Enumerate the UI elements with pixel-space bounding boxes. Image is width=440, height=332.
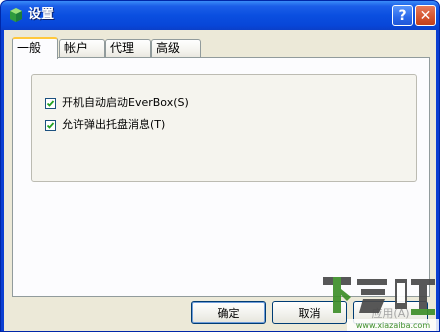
option-autostart[interactable]: 开机自动启动EverBox(S) — [45, 96, 189, 110]
tab-general[interactable]: 一般 — [12, 37, 58, 59]
app-logo-icon — [8, 7, 24, 23]
tab-label: 高级 — [156, 41, 181, 55]
checkmark-icon — [46, 121, 55, 129]
cancel-button-label: 取消 — [298, 306, 321, 320]
checkmark-icon — [46, 99, 55, 107]
tab-advanced[interactable]: 高级 — [151, 39, 201, 58]
autostart-checkbox[interactable] — [45, 97, 56, 109]
option-tray-messages[interactable]: 允许弹出托盘消息(T) — [45, 118, 165, 132]
apply-button[interactable]: 应用(A) — [353, 301, 428, 324]
tab-proxy[interactable]: 代理 — [105, 39, 151, 58]
help-button[interactable]: ? — [392, 5, 413, 26]
tab-label: 一般 — [17, 41, 42, 55]
cancel-button[interactable]: 取消 — [272, 301, 347, 324]
tab-account[interactable]: 帐户 — [59, 39, 105, 58]
tray-messages-checkbox[interactable] — [45, 119, 56, 131]
ok-button[interactable]: 确定 — [191, 301, 266, 324]
tab-page-general: 开机自动启动EverBox(S) 允许弹出托盘消息(T) — [12, 57, 430, 297]
apply-button-label: 应用(A) — [371, 306, 410, 320]
tray-messages-label: 允许弹出托盘消息(T) — [62, 118, 166, 131]
dialog-body: 一般 帐户 代理 高级 开机自动启动EverBox(S) 允许弹出托盘消息(T)… — [4, 30, 436, 331]
window-title: 设置 — [28, 7, 55, 22]
tab-label: 代理 — [110, 41, 135, 55]
options-group: 开机自动启动EverBox(S) 允许弹出托盘消息(T) — [31, 74, 417, 182]
close-icon: ✕ — [419, 7, 432, 24]
ok-button-label: 确定 — [217, 306, 240, 320]
button-bar: 确定 取消 应用(A) — [4, 295, 436, 331]
settings-window: 设置 ? ✕ 一般 帐户 代理 高级 开机自动启动EverBox(S) 允许弹出… — [0, 0, 440, 332]
close-button[interactable]: ✕ — [415, 5, 436, 26]
tab-label: 帐户 — [64, 41, 89, 55]
autostart-label: 开机自动启动EverBox(S) — [62, 96, 189, 109]
help-icon: ? — [398, 7, 407, 24]
title-bar[interactable]: 设置 ? ✕ — [1, 1, 439, 30]
tab-strip: 一般 帐户 代理 高级 — [12, 37, 432, 59]
